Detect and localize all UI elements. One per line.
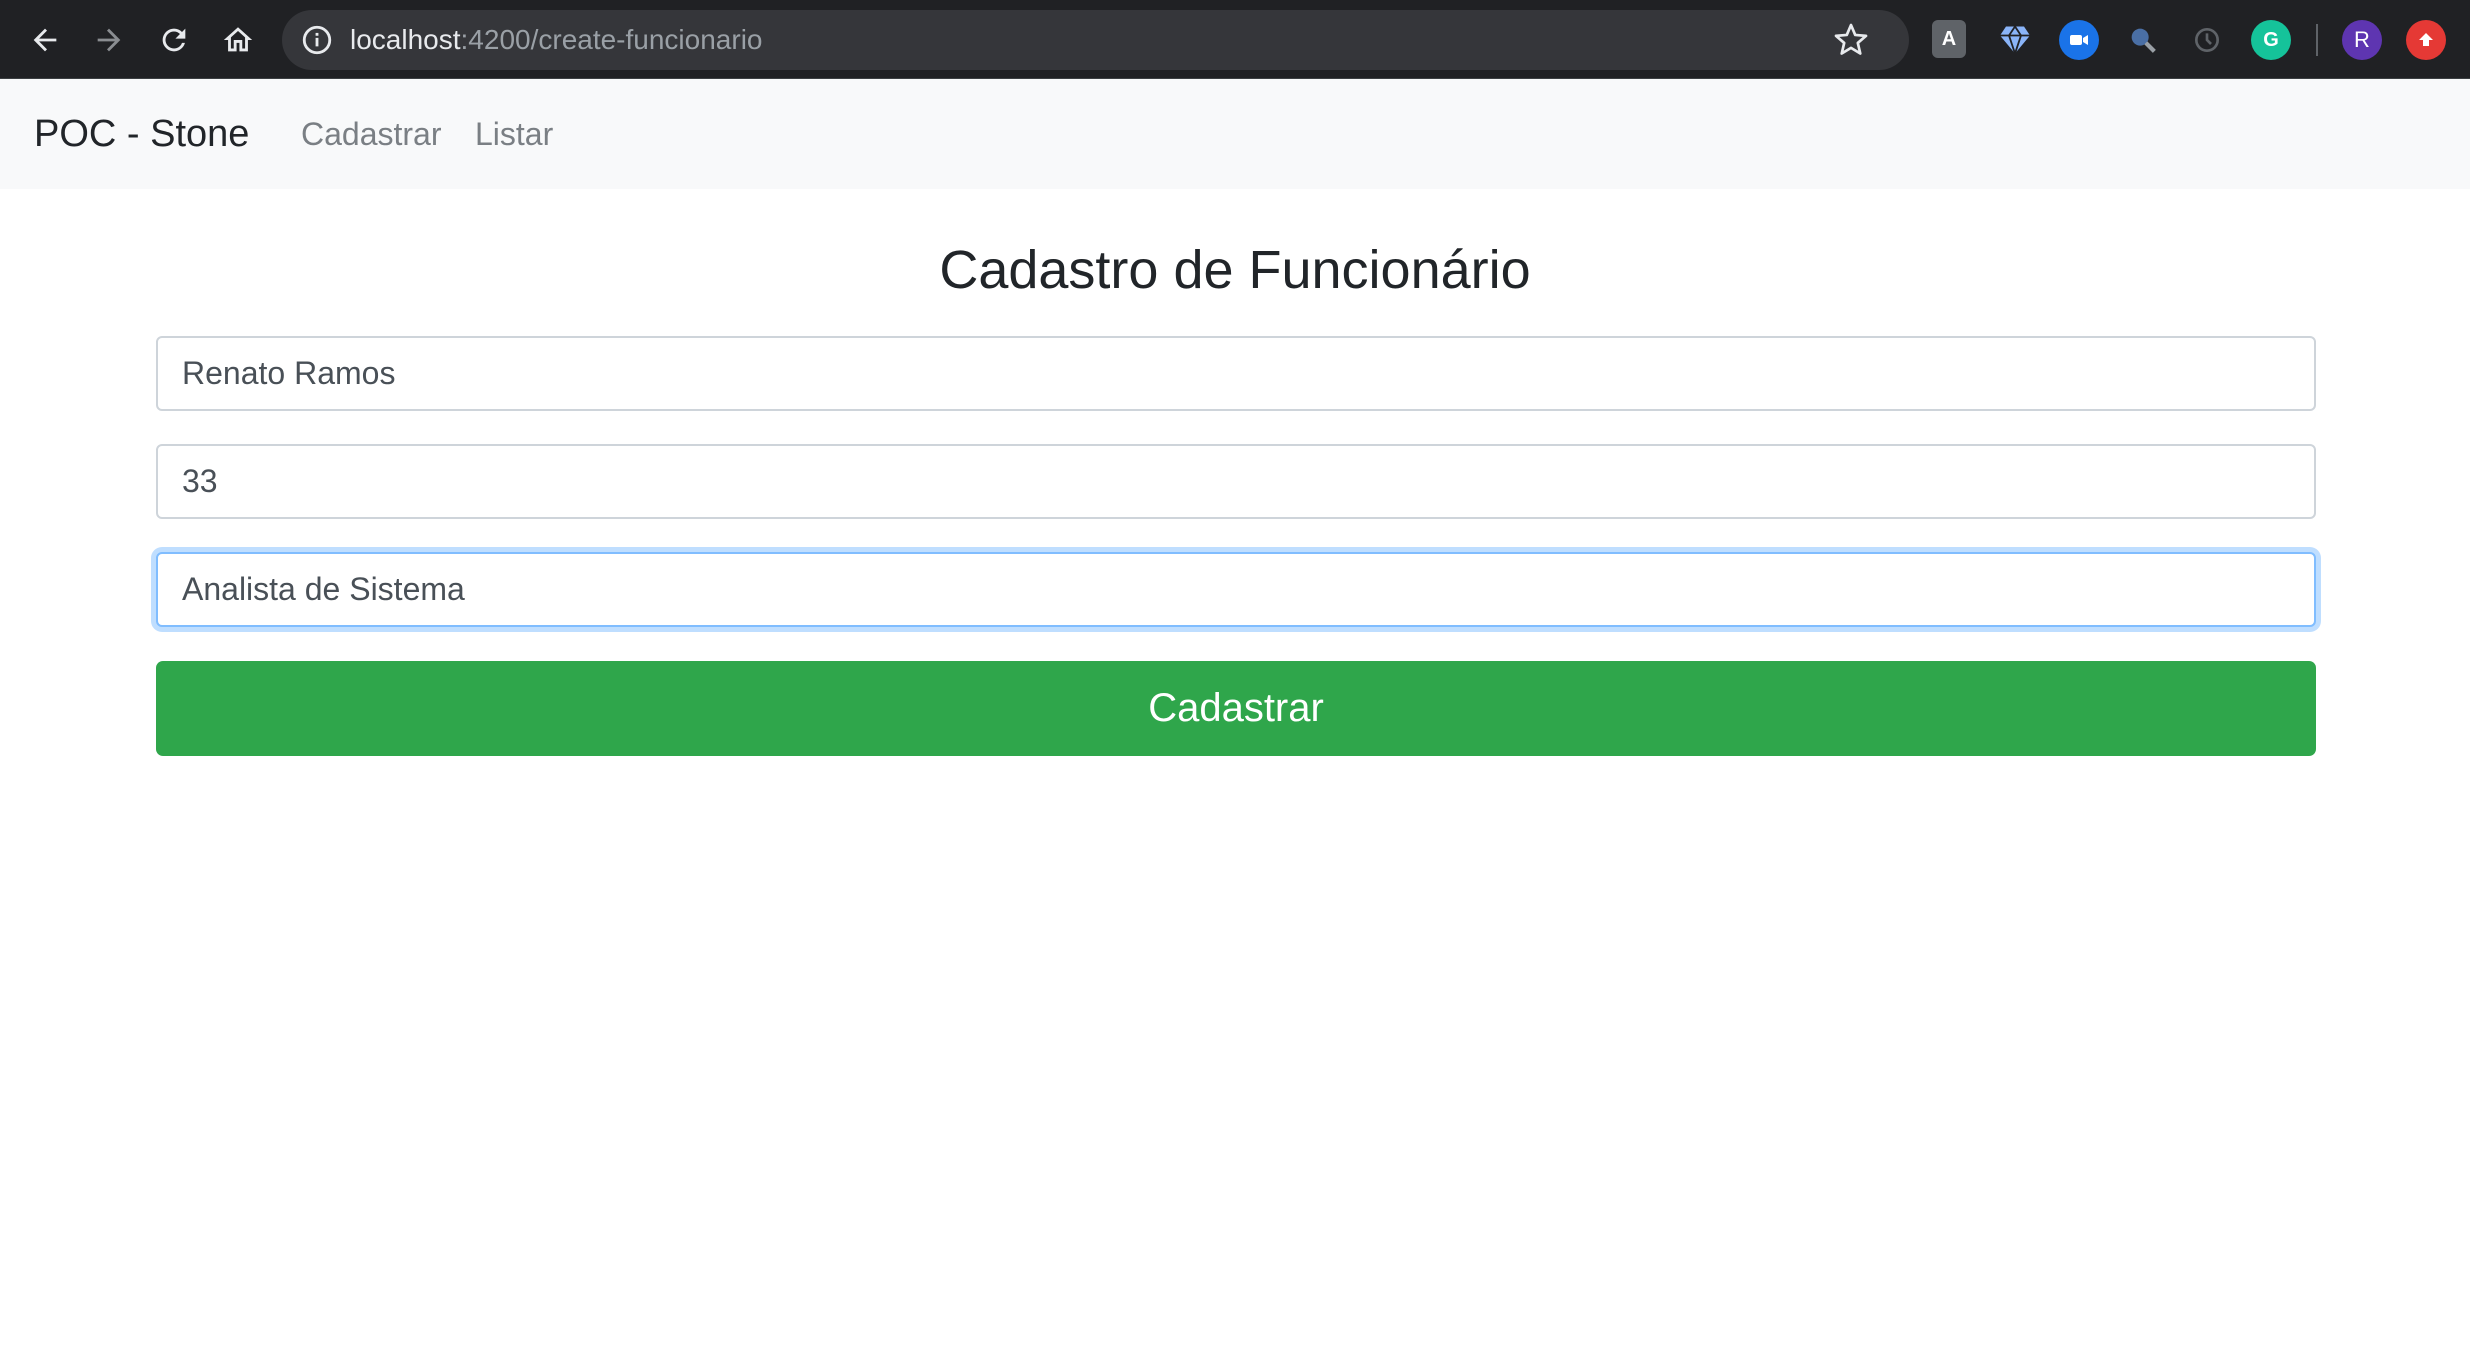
toolbar-divider [2316,24,2318,56]
back-arrow-icon[interactable] [17,12,73,68]
forward-arrow-icon[interactable] [81,12,137,68]
browser-toolbar: localhost:4200/create-funcionario A G R [0,0,2470,79]
video-extension-icon[interactable] [2059,20,2099,60]
page-title: Cadastro de Funcionário [939,240,1531,300]
angular-extension-icon[interactable]: A [1932,20,1966,58]
nav-link-listar[interactable]: Listar [475,79,553,189]
reload-icon[interactable] [146,12,202,68]
age-field[interactable] [156,444,2316,519]
search-extension-icon[interactable] [2123,20,2163,60]
app-navbar: POC - Stone Cadastrar Listar [0,79,2470,189]
nav-link-cadastrar[interactable]: Cadastrar [301,79,442,189]
submit-button[interactable]: Cadastrar [156,661,2316,756]
gem-extension-icon[interactable] [1995,20,2035,60]
brand-logo[interactable]: POC - Stone [34,79,249,189]
url-host: localhost [350,24,461,55]
profile-avatar[interactable]: R [2342,20,2382,60]
role-field[interactable] [156,552,2316,627]
bookmark-star-icon[interactable] [1833,22,1869,58]
upload-extension-icon[interactable] [2406,20,2446,60]
home-icon[interactable] [210,12,266,68]
grammarly-extension-icon[interactable]: G [2251,20,2291,60]
angular-extension-glyph: A [1941,27,1957,50]
info-icon[interactable] [300,23,334,57]
address-bar[interactable]: localhost:4200/create-funcionario [282,10,1909,70]
name-field[interactable] [156,336,2316,411]
grammarly-extension-glyph: G [2263,28,2279,51]
url-path: :4200/create-funcionario [460,24,763,55]
url-text: localhost:4200/create-funcionario [350,10,763,70]
profile-initial: R [2354,27,2370,52]
sync-extension-icon[interactable] [2187,20,2227,60]
